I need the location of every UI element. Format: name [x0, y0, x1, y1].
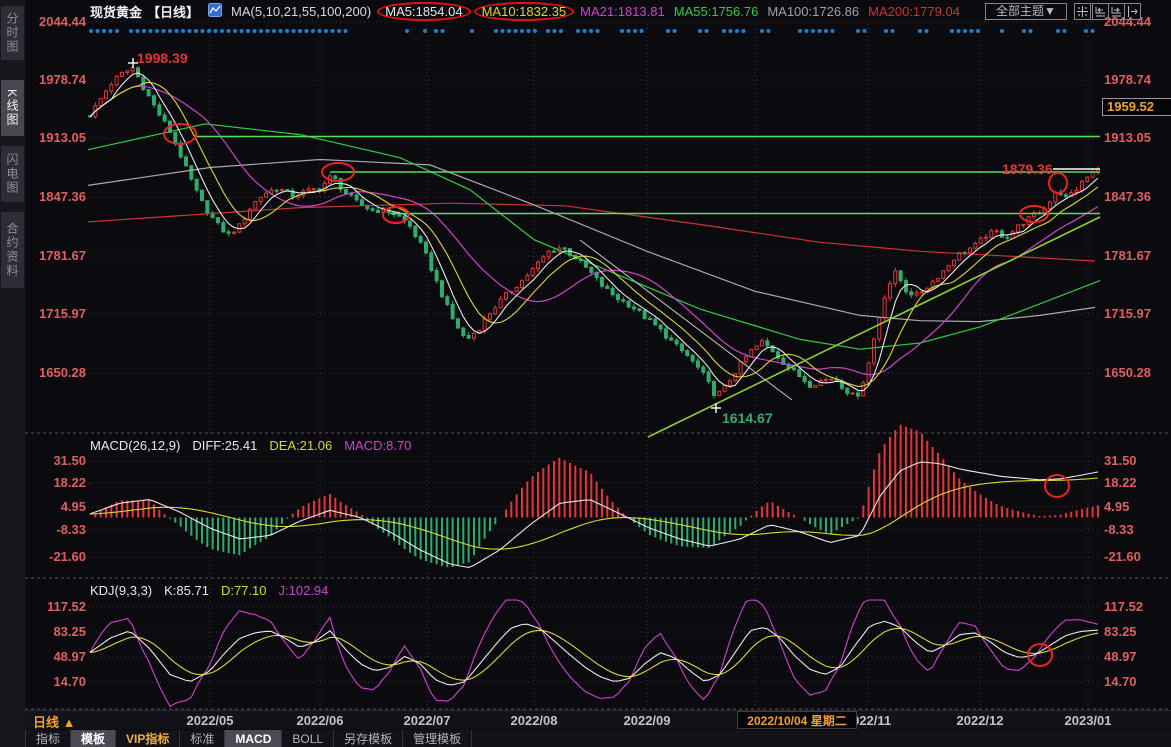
kdj-header: KDJ(9,3,3) K:85.71 D:77.10 J:102.94: [90, 583, 328, 598]
swing-high-label: 1998.39: [137, 50, 188, 66]
kdj-axis-label: 14.70: [1104, 674, 1137, 689]
compress-x-icon[interactable]: [1092, 3, 1109, 20]
price-axis-label: 1913.05: [28, 130, 86, 145]
macd-dea-value: DEA:21.06: [269, 438, 332, 453]
crosshair-icon[interactable]: [1074, 3, 1091, 20]
tab-vip-indicators[interactable]: VIP指标: [116, 730, 180, 747]
month-label: 2022/05: [187, 713, 234, 728]
macd-axis-label: -8.33: [1104, 522, 1134, 537]
sidebar-item-flash-chart[interactable]: 闪电图: [1, 146, 24, 202]
macd-axis-label: 4.95: [28, 499, 86, 514]
price-axis-label: 1715.97: [28, 306, 86, 321]
sidebar-item-kline-chart[interactable]: K线图: [1, 80, 24, 136]
macd-axis-label: 4.95: [1104, 499, 1129, 514]
price-axis-label: 2044.44: [28, 14, 86, 29]
macd-axis-label: -21.60: [28, 549, 86, 564]
ma200-value: MA200:1779.04: [868, 4, 960, 19]
kdj-axis-label: 14.70: [28, 674, 86, 689]
price-axis-label: 1978.74: [28, 72, 86, 87]
kdj-j-value: J:102.94: [279, 583, 329, 598]
price-axis-label: 1715.97: [1104, 306, 1151, 321]
macd-header: MACD(26,12,9) DIFF:25.41 DEA:21.06 MACD:…: [90, 438, 411, 453]
macd-axis-label: 31.50: [28, 453, 86, 468]
price-axis-label: 1781.67: [28, 248, 86, 263]
macd-value: MACD:8.70: [344, 438, 411, 453]
price-axis-label: 1978.74: [1104, 72, 1151, 87]
tab-standard[interactable]: 标准: [180, 730, 225, 747]
date-tooltip: 2022/10/04 星期二: [737, 711, 857, 729]
macd-title: MACD(26,12,9): [90, 438, 180, 453]
month-label: 2022/07: [404, 713, 451, 728]
kdj-k-value: K:85.71: [164, 583, 209, 598]
month-label: 2022/12: [957, 713, 1004, 728]
period-tag: 【日线】: [147, 2, 199, 21]
month-label: 2023/01: [1065, 713, 1112, 728]
chart-header: 现货黄金 【日线】 MA(5,10,21,55,100,200) MA5:185…: [90, 0, 960, 22]
bottom-tab-bar: 指标 模板 VIP指标 标准 MACD BOLL 另存模板 管理模板: [25, 730, 1171, 747]
price-axis-label: 1913.05: [1104, 130, 1151, 145]
chart-type-icon[interactable]: [208, 3, 222, 20]
sidebar-item-contract-info[interactable]: 合约资料: [1, 212, 24, 288]
price-axis-label: 1847.36: [1104, 189, 1151, 204]
trading-app-window: 分时图 K线图 闪电图 合约资料 现货黄金 【日线】 MA(5,10,21,55…: [0, 0, 1171, 747]
instrument-name: 现货黄金: [90, 2, 142, 21]
kdj-axis-label: 48.97: [1104, 649, 1137, 664]
ma100-value: MA100:1726.86: [767, 4, 859, 19]
macd-axis-label: -8.33: [28, 522, 86, 537]
macd-axis-label: 18.22: [1104, 475, 1137, 490]
expand-x-icon[interactable]: [1108, 3, 1125, 20]
month-label: 2022/08: [511, 713, 558, 728]
tab-templates[interactable]: 模板: [71, 730, 116, 747]
kdj-title: KDJ(9,3,3): [90, 583, 152, 598]
tab-manage-template[interactable]: 管理模板: [403, 730, 472, 747]
left-sidebar: 分时图 K线图 闪电图 合约资料: [0, 0, 25, 747]
kdj-d-value: D:77.10: [221, 583, 267, 598]
kdj-axis-label: 83.25: [1104, 624, 1137, 639]
ma-config-label: MA(5,10,21,55,100,200): [231, 4, 371, 19]
ma55-value: MA55:1756.76: [674, 4, 759, 19]
sidebar-item-time-chart[interactable]: 分时图: [1, 6, 24, 60]
month-label: 2022/06: [297, 713, 344, 728]
macd-axis-label: 18.22: [28, 475, 86, 490]
kdj-axis-label: 117.52: [28, 599, 86, 614]
kdj-axis-label: 48.97: [28, 649, 86, 664]
tab-boll[interactable]: BOLL: [282, 730, 334, 747]
recent-high-label: 1879.36: [1002, 161, 1053, 177]
price-axis-label: 1650.28: [1104, 365, 1151, 380]
tab-macd[interactable]: MACD: [225, 730, 282, 747]
tab-save-template[interactable]: 另存模板: [334, 730, 403, 747]
macd-axis-label: -21.60: [1104, 549, 1141, 564]
kdj-axis-label: 117.52: [1104, 599, 1143, 614]
price-axis-label: 1781.67: [1104, 248, 1151, 263]
theme-dropdown-button[interactable]: 全部主题▼: [985, 3, 1067, 20]
price-axis-label: 1847.36: [28, 189, 86, 204]
swing-low-label: 1614.67: [722, 410, 773, 426]
ma21-value: MA21:1813.81: [580, 4, 665, 19]
date-axis-row: 日线 ▲ 2022/05 2022/06 2022/07 2022/08 202…: [25, 710, 1171, 729]
kdj-axis-label: 83.25: [28, 624, 86, 639]
price-axis-label: 1650.28: [28, 365, 86, 380]
month-label: 2022/09: [624, 713, 671, 728]
macd-diff-value: DIFF:25.41: [192, 438, 257, 453]
price-marker-badge: 1959.52: [1102, 98, 1171, 116]
ma10-value: MA10:1832.35: [474, 2, 575, 21]
ma5-value: MA5:1854.04: [377, 2, 470, 21]
chart-canvas: [0, 0, 1171, 747]
tab-indicators[interactable]: 指标: [25, 730, 71, 747]
pan-right-icon[interactable]: [1124, 3, 1141, 20]
period-selector[interactable]: 日线 ▲: [33, 712, 75, 731]
macd-axis-label: 31.50: [1104, 453, 1137, 468]
